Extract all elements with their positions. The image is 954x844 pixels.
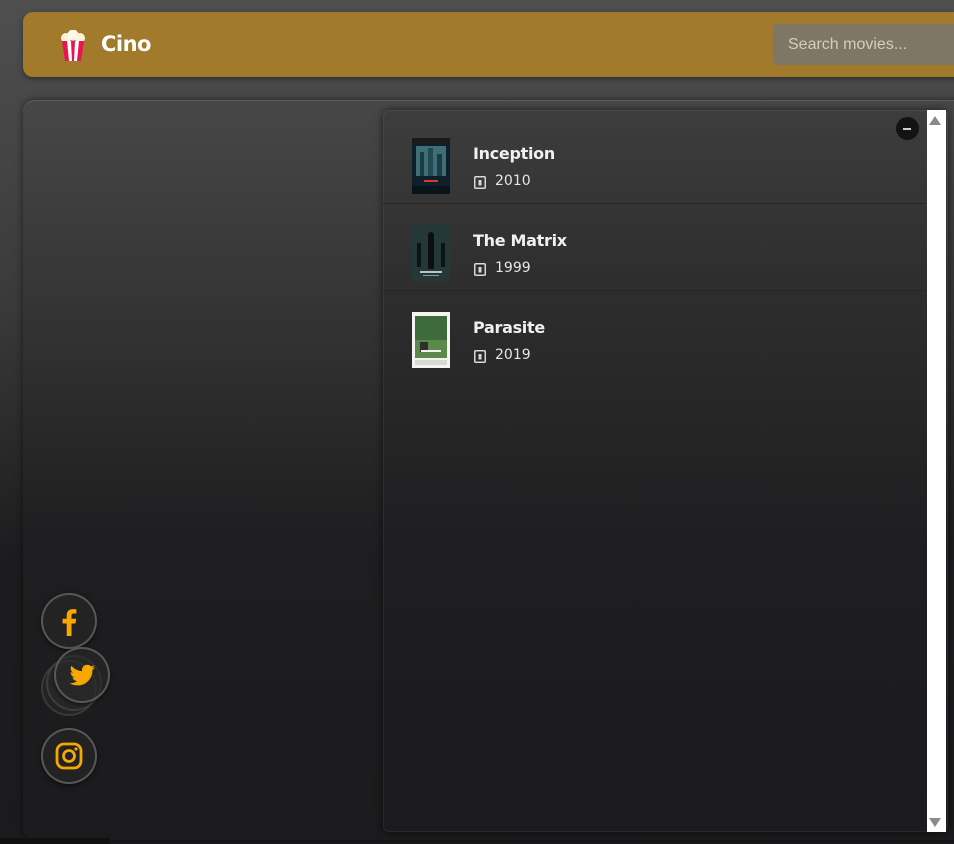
scroll-up-arrow-icon[interactable] — [929, 116, 941, 125]
poster-parasite — [412, 312, 450, 368]
search-input[interactable] — [773, 24, 954, 65]
movie-year: 2019 — [495, 347, 531, 363]
poster-inception — [412, 138, 450, 194]
scroll-down-arrow-icon[interactable] — [929, 818, 941, 827]
calendar-icon — [474, 350, 486, 363]
result-item-parasite[interactable]: Parasite 2019 — [383, 291, 926, 378]
movie-title: Inception — [473, 144, 555, 163]
result-item-the-matrix[interactable]: The Matrix 1999 — [383, 204, 926, 291]
popcorn-icon — [61, 30, 85, 61]
result-item-inception[interactable]: Inception 2010 — [383, 117, 926, 204]
movie-year: 1999 — [495, 260, 531, 276]
movie-year: 2010 — [495, 173, 531, 189]
collapse-button[interactable] — [896, 117, 919, 140]
movie-title: The Matrix — [473, 231, 567, 250]
twitter-button[interactable] — [54, 647, 110, 703]
calendar-icon — [474, 263, 486, 276]
facebook-icon — [62, 609, 77, 636]
twitter-icon — [69, 664, 95, 686]
search-results-panel: Inception 2010 The Matrix 1999 Parasite … — [383, 110, 948, 832]
instagram-icon — [55, 742, 83, 770]
poster-the-matrix — [412, 225, 450, 281]
facebook-button[interactable] — [41, 593, 97, 649]
movie-title: Parasite — [473, 318, 545, 337]
brand-name: Cino — [101, 32, 152, 56]
top-header: Cino — [23, 12, 954, 77]
results-scrollbar[interactable] — [927, 110, 946, 832]
bottom-strip — [0, 838, 110, 844]
instagram-button[interactable] — [41, 728, 97, 784]
calendar-icon — [474, 176, 486, 189]
